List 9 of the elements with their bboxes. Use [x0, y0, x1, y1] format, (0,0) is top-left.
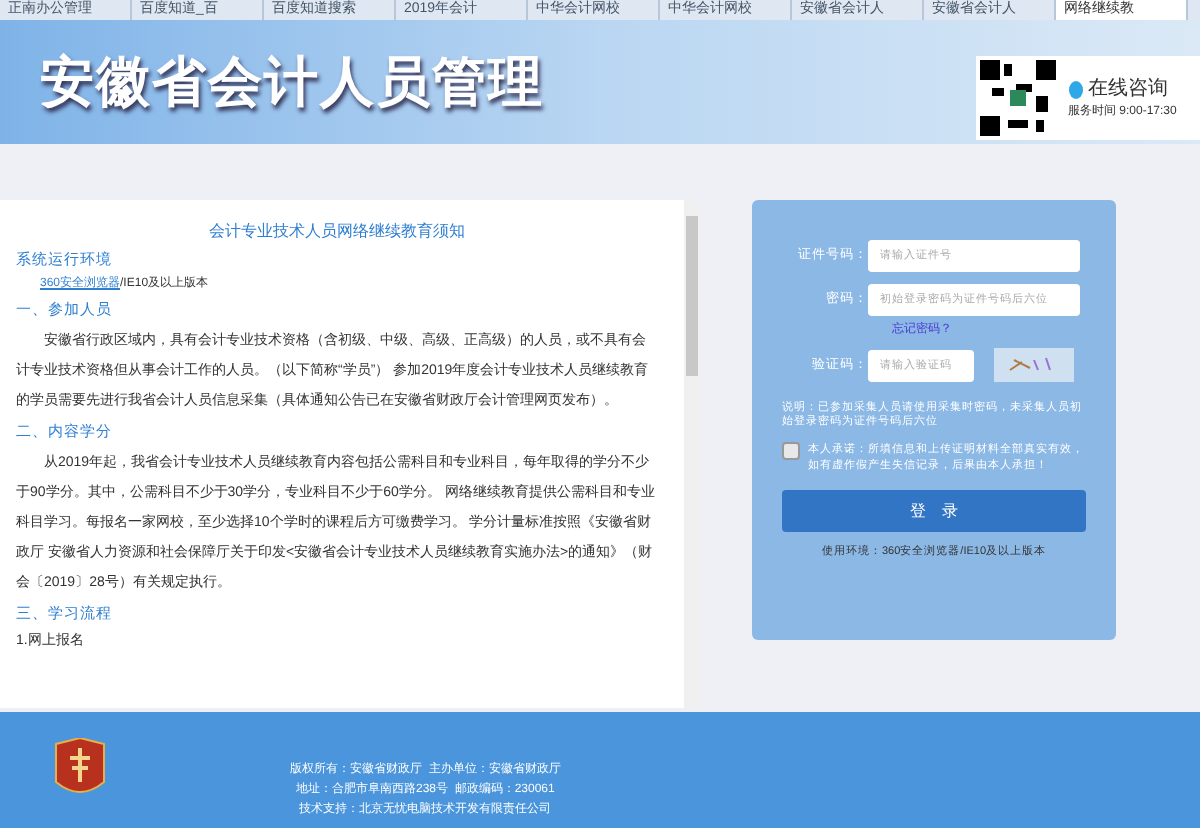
- scrollbar[interactable]: [684, 200, 700, 708]
- captcha-image[interactable]: [994, 348, 1074, 382]
- pledge-checkbox[interactable]: [782, 442, 800, 460]
- qr-code-icon: [976, 56, 1060, 140]
- chat-icon: [1068, 79, 1084, 99]
- site-title: 安徽省会计人员管理: [40, 49, 544, 116]
- online-consult-link[interactable]: 在线咨询: [1088, 74, 1168, 104]
- login-button[interactable]: 登 录: [782, 490, 1086, 532]
- notice-title: 会计专业技术人员网络继续教育须知: [207, 220, 467, 244]
